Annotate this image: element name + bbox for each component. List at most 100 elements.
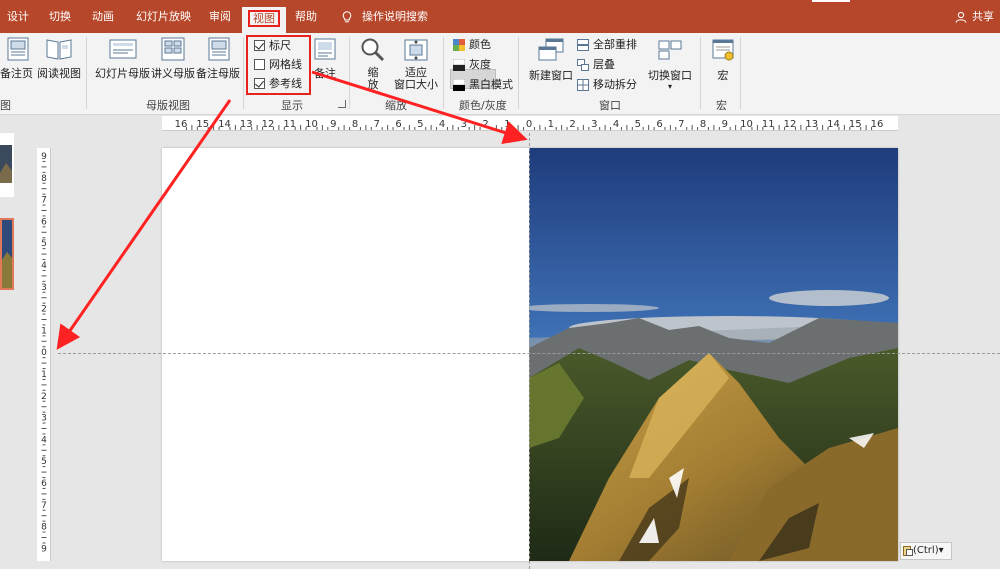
ruler-label: 3: [41, 414, 47, 424]
tab-animations[interactable]: 动画: [92, 0, 114, 33]
clipboard-icon: [903, 545, 913, 556]
notes-master-button[interactable]: 备注母版: [196, 37, 240, 81]
paste-options-button[interactable]: (Ctrl)▾: [900, 542, 952, 560]
notes-icon: [314, 38, 336, 60]
tab-help[interactable]: 帮助: [295, 0, 317, 33]
color-button[interactable]: 颜色: [453, 36, 491, 54]
group-separator: [700, 37, 701, 109]
window-group-label: 窗口: [599, 99, 621, 112]
tab-view-label: 视图: [248, 10, 280, 27]
switch-windows-button[interactable]: 切换窗口 ▾: [648, 37, 692, 91]
notes-page-button[interactable]: 备注页: [0, 37, 33, 81]
group-separator: [518, 37, 519, 109]
ruler-label: 2: [482, 119, 488, 130]
ruler-label: 2: [41, 305, 47, 315]
ruler-label: 1: [548, 119, 554, 130]
handout-master-button[interactable]: 讲义母版: [151, 37, 195, 81]
ruler-label: 9: [41, 152, 47, 162]
ruler-label: 8: [352, 119, 358, 130]
color-label: 颜色: [469, 38, 491, 51]
ruler-label: 5: [41, 239, 47, 249]
slide-thumbnail-pane: [0, 116, 14, 569]
horizontal-guide-line[interactable]: [58, 353, 1000, 354]
show-dialog-launcher-icon[interactable]: [338, 100, 346, 108]
ruler-label: 6: [41, 217, 47, 227]
new-window-button[interactable]: 新建窗口: [529, 37, 573, 83]
macros-button[interactable]: 宏: [710, 37, 736, 83]
arrange-all-button[interactable]: 全部重排: [577, 36, 637, 54]
ruler-label: 12: [784, 119, 797, 130]
black-white-button[interactable]: 黑白模式: [453, 76, 513, 94]
tab-review[interactable]: 审阅: [209, 0, 231, 33]
ruler-label: 5: [417, 119, 423, 130]
paste-options-label: (Ctrl): [913, 545, 939, 556]
ruler-label: 6: [41, 479, 47, 489]
slide-canvas[interactable]: [162, 148, 898, 561]
reading-view-icon: [46, 39, 72, 60]
tab-design[interactable]: 设计: [7, 0, 29, 33]
tab-view[interactable]: 视图: [242, 7, 286, 33]
vertical-guide-line[interactable]: [529, 133, 530, 569]
mountain-photo[interactable]: [529, 148, 898, 561]
slide-thumbnail-1[interactable]: [0, 133, 14, 197]
lightbulb-icon: [342, 11, 352, 23]
ruler-label: 1: [41, 370, 47, 380]
person-icon: [954, 11, 967, 23]
ruler-label: 3: [41, 283, 47, 293]
ruler-label: 9: [41, 544, 47, 554]
ruler-label: 6: [395, 119, 401, 130]
move-split-button[interactable]: 移动拆分: [577, 76, 637, 94]
show-options-highlight-box: [246, 35, 311, 95]
slide-master-button[interactable]: 幻灯片母版: [95, 37, 150, 81]
cascade-label: 层叠: [593, 58, 615, 71]
ruler-label: 1: [41, 326, 47, 336]
ruler-label: 3: [591, 119, 597, 130]
zoom-label-line2: 放: [367, 78, 379, 91]
ruler-label: 0: [41, 348, 47, 358]
ruler-label: 14: [218, 119, 231, 130]
arrange-all-icon: [577, 39, 589, 51]
slide-thumbnail-2-image: [2, 220, 12, 288]
vertical-ruler[interactable]: 9 8 7 6 5 4 3 2 1 0 1 2 3 4 5 6 7 8 9: [37, 148, 51, 561]
fit-to-window-button[interactable]: 适应 窗口大小: [394, 37, 438, 91]
notes-master-icon: [208, 37, 230, 61]
views-group-label-edge: 图: [0, 99, 11, 112]
ruler-label: 4: [613, 119, 619, 130]
new-window-icon: [538, 38, 564, 61]
fit-window-icon: [404, 39, 428, 61]
slide-thumbnail-2[interactable]: [0, 218, 14, 290]
ribbon-view: 备注页 阅读视图 图 幻灯片母版 讲义母版 备注母版 母版视图 标尺 网格线 参…: [0, 33, 1000, 115]
ruler-label: 16: [175, 119, 188, 130]
tell-me-search[interactable]: 操作说明搜索: [362, 0, 428, 33]
ruler-label: 2: [569, 119, 575, 130]
group-separator: [349, 37, 350, 109]
arrange-all-label: 全部重排: [593, 38, 637, 51]
tab-slideshow[interactable]: 幻灯片放映: [136, 0, 191, 33]
ruler-label: 1: [504, 119, 510, 130]
color-group-label: 颜色/灰度: [459, 99, 507, 112]
horizontal-ruler[interactable]: 16 15 14 13 12 11 10 9 8 7 6 5 4 3 2 1 0 1 2 3 4 5 6 7 8 9 10 11 12 1…: [162, 116, 898, 131]
ruler-label: 15: [849, 119, 862, 130]
slide-master-label: 幻灯片母版: [95, 67, 150, 80]
title-bar-accent: [812, 0, 850, 2]
handout-master-label: 讲义母版: [151, 67, 195, 80]
reading-view-button[interactable]: 阅读视图: [37, 37, 81, 81]
tab-transitions[interactable]: 切换: [49, 0, 71, 33]
chevron-down-icon: ▾: [938, 545, 944, 556]
notes-button[interactable]: 备注: [312, 37, 338, 81]
cascade-button[interactable]: 层叠: [577, 56, 615, 74]
share-label: 共享: [972, 10, 994, 23]
notes-label: 备注: [314, 67, 336, 80]
ruler-label: 4: [41, 261, 47, 271]
ruler-label: 4: [439, 119, 445, 130]
ruler-label: 8: [700, 119, 706, 130]
ruler-label: 7: [41, 501, 47, 511]
grayscale-button[interactable]: 灰度: [453, 56, 491, 74]
zoom-button[interactable]: 缩 放: [359, 37, 387, 91]
fit-label-line2: 窗口大小: [394, 78, 438, 91]
black-white-label: 黑白模式: [469, 78, 513, 91]
notes-page-label: 备注页: [0, 67, 33, 80]
magnifier-icon: [361, 38, 385, 62]
ruler-label: 14: [827, 119, 840, 130]
share-button[interactable]: 共享: [954, 0, 994, 33]
